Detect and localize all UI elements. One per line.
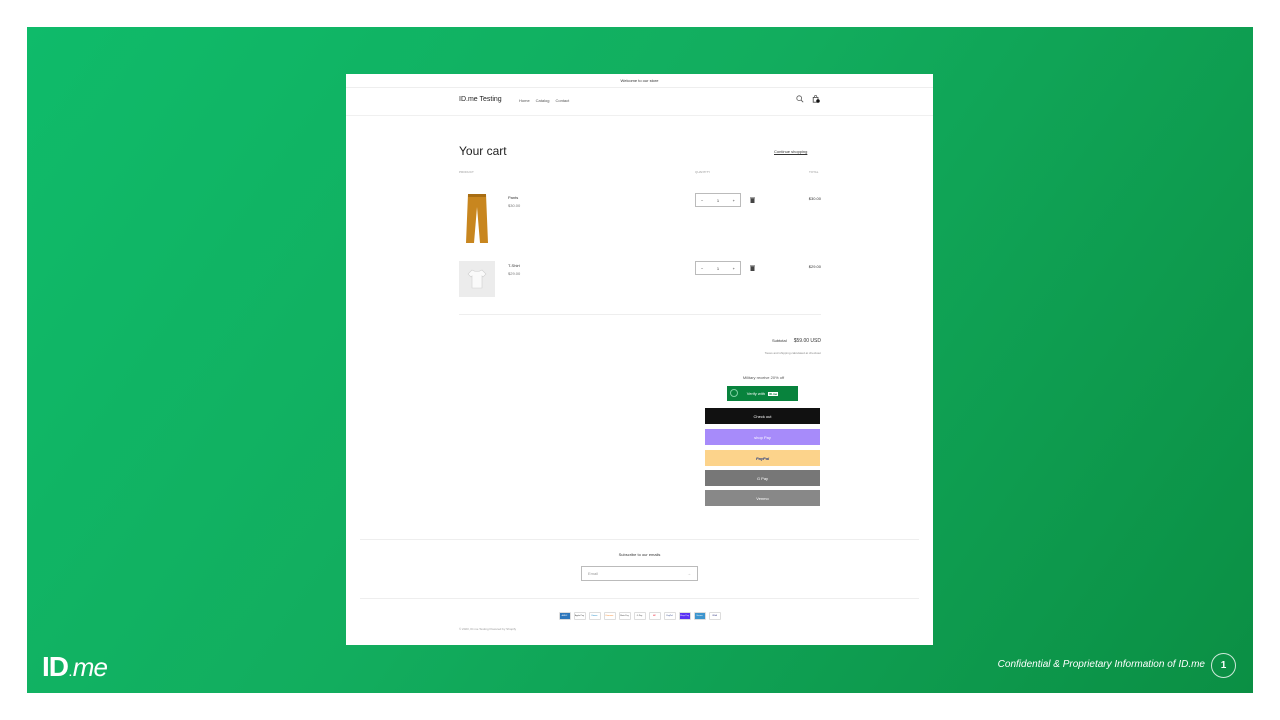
store-brand[interactable]: ID.me Testing — [459, 96, 502, 103]
subscribe-title: Subscribe to our emails — [618, 552, 661, 557]
trash-icon[interactable] — [750, 265, 755, 271]
confidential-notice: Confidential & Proprietary Information o… — [997, 659, 1205, 670]
cart-item-pants: Pants $30.00 − 1 + $30.00 — [459, 193, 821, 249]
announcement-bar: Welcome to our store — [346, 74, 933, 88]
store-header: ID.me Testing Home Catalog Contact — [346, 87, 933, 116]
discover-icon: Discover — [603, 612, 616, 620]
quantity-value[interactable]: 1 — [717, 266, 719, 271]
increase-button[interactable]: + — [733, 198, 735, 203]
mastercard-icon: MC — [648, 612, 661, 620]
venmo-button[interactable]: Venmo — [705, 490, 820, 506]
item-total: $30.00 — [808, 196, 821, 201]
pants-image — [466, 194, 488, 243]
item-price: $29.00 — [508, 271, 521, 276]
quantity-stepper[interactable]: − 1 + — [695, 261, 741, 275]
military-discount-text: Military receive 20% off — [742, 375, 785, 380]
visa-icon: VISA — [708, 612, 721, 620]
shop-pay-icon: Shop Pay — [678, 612, 691, 620]
idme-logo-small: ID.me — [768, 391, 779, 396]
footer-divider — [360, 539, 919, 540]
copyright-text: © 2023, ID.me Testing Powered by Shopify — [459, 627, 517, 631]
decrease-button[interactable]: − — [701, 198, 703, 203]
quantity-value[interactable]: 1 — [717, 198, 719, 203]
tax-note: Taxes and shipping calculated at checkou… — [764, 351, 821, 355]
verify-with-idme-button[interactable]: Verify with ID.me — [727, 386, 798, 401]
amex-icon: AMEX — [558, 612, 571, 620]
cart-divider — [459, 314, 821, 315]
apple-pay-icon: Apple Pay — [573, 612, 586, 620]
product-image-tshirt[interactable] — [459, 261, 495, 297]
subtotal-value: $59.00 USD — [793, 338, 821, 344]
store-screenshot: Welcome to our store ID.me Testing Home … — [346, 74, 933, 645]
checkout-button[interactable]: Check out — [705, 408, 820, 424]
cart-item-tshirt: T-Shirt $29.00 − 1 + $29.00 — [459, 261, 821, 317]
decrease-button[interactable]: − — [701, 266, 703, 271]
presentation-slide: Welcome to our store ID.me Testing Home … — [27, 27, 1253, 693]
nav-item-catalog[interactable]: Catalog — [536, 98, 550, 103]
subtotal-row: Subtotal $59.00 USD — [706, 338, 821, 344]
cart-icon[interactable] — [812, 95, 820, 103]
search-icon[interactable] — [796, 95, 804, 103]
item-name[interactable]: T-Shirt — [508, 263, 520, 268]
column-header-total: TOTAL — [809, 170, 819, 174]
page-title: Your cart — [459, 144, 507, 158]
venmo-icon: Venmo — [693, 612, 706, 620]
item-name[interactable]: Pants — [508, 195, 518, 200]
item-total: $29.00 — [808, 264, 821, 269]
quantity-stepper[interactable]: − 1 + — [695, 193, 741, 207]
email-placeholder: Email — [588, 571, 599, 576]
item-price: $30.00 — [508, 203, 521, 208]
store-nav: Home Catalog Contact — [519, 98, 569, 103]
paypal-icon: PayPal — [663, 612, 676, 620]
logo-me-text: me — [72, 652, 108, 682]
google-pay-icon: G Pay — [633, 612, 646, 620]
column-header-product: PRODUCT — [459, 170, 474, 174]
product-image-pants[interactable] — [459, 193, 495, 245]
trash-icon[interactable] — [750, 197, 755, 203]
page-number: 1 — [1211, 653, 1236, 678]
column-header-quantity: QUANTITY — [695, 170, 711, 174]
subtotal-label: Subtotal — [771, 338, 787, 343]
footer-divider-bottom — [360, 598, 919, 599]
paypal-button[interactable]: PayPal — [705, 450, 820, 466]
nav-item-home[interactable]: Home — [519, 98, 530, 103]
meta-pay-icon: Meta Pay — [618, 612, 631, 620]
nav-item-contact[interactable]: Contact — [555, 98, 569, 103]
tshirt-image — [467, 269, 487, 289]
google-pay-button[interactable]: G Pay — [705, 470, 820, 486]
verify-label: Verify with — [746, 391, 766, 396]
shield-icon — [730, 389, 738, 397]
email-input[interactable]: Email → — [581, 566, 698, 581]
idme-logo: ID . me — [42, 651, 108, 682]
shop-pay-button[interactable]: shop Pay — [705, 429, 820, 445]
diners-icon: Diners — [588, 612, 601, 620]
arrow-right-icon[interactable]: → — [687, 571, 691, 576]
increase-button[interactable]: + — [733, 266, 735, 271]
logo-id-text: ID — [42, 651, 69, 682]
continue-shopping-link[interactable]: Continue shopping — [774, 149, 807, 154]
payment-icons: AMEX Apple Pay Diners Discover Meta Pay … — [346, 612, 933, 620]
